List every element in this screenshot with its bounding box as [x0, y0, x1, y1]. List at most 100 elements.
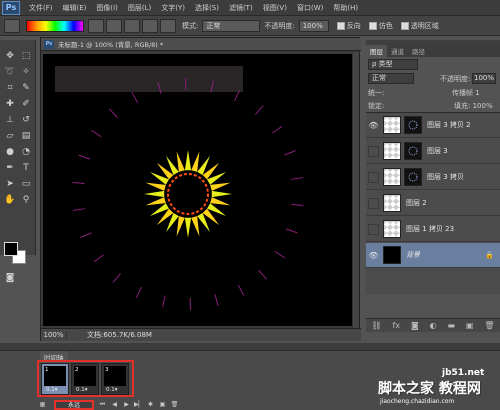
- layer-row-selected[interactable]: 👁 背景 🔒: [366, 243, 500, 268]
- pen-tool-icon[interactable]: ✒: [3, 162, 17, 174]
- next-frame-icon[interactable]: ▶▏: [134, 400, 143, 409]
- quick-mask-icon[interactable]: ◙: [3, 272, 17, 284]
- eye-icon[interactable]: 👁: [368, 120, 379, 131]
- eyedropper-tool-icon[interactable]: ✎: [19, 82, 33, 94]
- loop-select[interactable]: 永远: [54, 399, 94, 410]
- history-brush-tool-icon[interactable]: ↺: [19, 114, 33, 126]
- menu-help[interactable]: 帮助(H): [328, 3, 363, 13]
- first-frame-icon[interactable]: ⏮: [98, 400, 107, 409]
- eye-off-icon[interactable]: [368, 197, 379, 209]
- layer-opacity-input[interactable]: 100%: [472, 73, 496, 84]
- animation-frame[interactable]: 1 0.1▾: [41, 363, 69, 395]
- outer-ray: [112, 272, 122, 283]
- frame-delay[interactable]: 0.1▾: [76, 387, 88, 393]
- layers-panel: 图层 通道 路径 ρ 类型 正常 不透明度: 100% 统一: 传播帧 1 锁定…: [366, 40, 500, 340]
- menu-image[interactable]: 图像(I): [91, 3, 123, 13]
- layer-row[interactable]: 图层 3: [366, 139, 500, 164]
- mode-label: 模式:: [182, 21, 199, 30]
- path-select-tool-icon[interactable]: ➤: [3, 178, 17, 190]
- layer-row[interactable]: 图层 3 拷贝: [366, 165, 500, 190]
- new-layer-icon[interactable]: ▣: [466, 321, 474, 330]
- delete-frame-icon[interactable]: 🗑: [170, 400, 179, 409]
- frame-delay[interactable]: 0.1▾: [106, 387, 118, 393]
- frame-delay[interactable]: 0.1▾: [46, 387, 58, 393]
- reflected-gradient-button[interactable]: [142, 18, 158, 33]
- stamp-tool-icon[interactable]: ⊥: [3, 114, 17, 126]
- adjustment-layer-icon[interactable]: ◐: [430, 321, 437, 330]
- eye-off-icon[interactable]: [368, 145, 379, 157]
- timeline-panel: 时间轴 1 0.1▾ 2 0.1▾ 3 0.1▾ ▦ 永远 ⏮ ◀ ▶ ▶▏ ✱…: [0, 350, 500, 410]
- propagate-frame-label[interactable]: 传播帧 1: [452, 88, 480, 98]
- lasso-tool-icon[interactable]: ➰: [3, 66, 17, 78]
- layer-mask-thumbnail: [404, 116, 422, 134]
- dodge-tool-icon[interactable]: ◔: [19, 146, 33, 158]
- menu-filter[interactable]: 滤镜(T): [224, 3, 258, 13]
- timeline-dock-strip: [0, 343, 500, 350]
- mode-select[interactable]: 正常: [202, 19, 261, 32]
- gradient-picker[interactable]: [26, 19, 84, 32]
- diamond-gradient-button[interactable]: [160, 18, 176, 33]
- layer-style-icon[interactable]: fx: [392, 321, 400, 330]
- magic-wand-tool-icon[interactable]: ✧: [19, 66, 33, 78]
- tool-preset-button[interactable]: [4, 18, 20, 33]
- new-group-icon[interactable]: ▬: [447, 321, 455, 330]
- add-mask-icon[interactable]: ◙: [411, 321, 419, 330]
- menu-view[interactable]: 视图(V): [258, 3, 292, 13]
- menu-window[interactable]: 窗口(W): [292, 3, 328, 13]
- layer-row[interactable]: 图层 1 拷贝 23: [366, 217, 500, 242]
- outer-ray: [285, 228, 298, 234]
- play-icon[interactable]: ▶: [122, 400, 131, 409]
- layer-row[interactable]: 👁 图层 3 拷贝 2: [366, 113, 500, 138]
- menu-edit[interactable]: 编辑(E): [58, 3, 92, 13]
- eraser-tool-icon[interactable]: ▱: [3, 130, 17, 142]
- blur-tool-icon[interactable]: ●: [3, 146, 17, 158]
- animation-frame[interactable]: 3 0.1▾: [101, 363, 129, 395]
- crop-tool-icon[interactable]: ⌗: [3, 82, 17, 94]
- prev-frame-icon[interactable]: ◀: [110, 400, 119, 409]
- reverse-checkbox[interactable]: [336, 21, 345, 30]
- layer-kind-filter[interactable]: ρ 类型: [368, 59, 418, 70]
- link-layers-icon[interactable]: ⛓: [371, 321, 381, 330]
- hand-tool-icon[interactable]: ✋: [3, 194, 17, 206]
- tab-layers[interactable]: 图层: [366, 45, 387, 57]
- document-tab[interactable]: Ps 未标题-1 @ 100% (背景, RGB/8) *: [41, 38, 361, 51]
- duplicate-frame-icon[interactable]: ▣: [158, 400, 167, 409]
- foreground-color-swatch[interactable]: [4, 242, 18, 256]
- convert-timeline-icon[interactable]: ▦: [38, 400, 47, 409]
- radial-gradient-button[interactable]: [106, 18, 122, 33]
- layer-row[interactable]: 图层 2: [366, 191, 500, 216]
- outer-ray: [214, 294, 219, 307]
- layer-name: 图层 3 拷贝: [427, 173, 464, 181]
- menu-layer[interactable]: 图层(L): [123, 3, 156, 13]
- zoom-tool-icon[interactable]: ⚲: [19, 194, 33, 206]
- brush-tool-icon[interactable]: ✐: [19, 98, 33, 110]
- move-tool-icon[interactable]: ✥: [3, 50, 17, 62]
- blend-mode-select[interactable]: 正常: [368, 73, 414, 84]
- opacity-input[interactable]: 100%: [298, 19, 329, 32]
- menu-type[interactable]: 文字(Y): [156, 3, 190, 13]
- tween-icon[interactable]: ✱: [146, 400, 155, 409]
- linear-gradient-button[interactable]: [88, 18, 104, 33]
- eye-off-icon[interactable]: [368, 223, 379, 235]
- menu-file[interactable]: 文件(F): [24, 3, 58, 13]
- fill-label[interactable]: 填充: 100%: [454, 101, 493, 111]
- tab-channels[interactable]: 通道: [387, 45, 408, 57]
- angle-gradient-button[interactable]: [124, 18, 140, 33]
- type-tool-icon[interactable]: T: [19, 162, 33, 174]
- dither-checkbox[interactable]: [368, 21, 377, 30]
- healing-tool-icon[interactable]: ✚: [3, 98, 17, 110]
- eye-off-icon[interactable]: [368, 171, 379, 183]
- shape-tool-icon[interactable]: ▭: [19, 178, 33, 190]
- zoom-level[interactable]: 100%: [41, 331, 67, 339]
- menu-select[interactable]: 选择(S): [190, 3, 224, 13]
- tab-paths[interactable]: 路径: [408, 45, 429, 57]
- transparency-checkbox[interactable]: [400, 21, 409, 30]
- gradient-tool-icon[interactable]: ▤: [19, 130, 33, 142]
- opacity-label: 不透明度:: [264, 21, 295, 30]
- eye-icon[interactable]: 👁: [368, 250, 379, 261]
- canvas[interactable]: [43, 54, 353, 326]
- marquee-tool-icon[interactable]: ⬚: [19, 50, 33, 62]
- animation-frame[interactable]: 2 0.1▾: [71, 363, 99, 395]
- trash-icon[interactable]: 🗑: [484, 321, 494, 330]
- vertical-scrollbar[interactable]: [352, 52, 359, 328]
